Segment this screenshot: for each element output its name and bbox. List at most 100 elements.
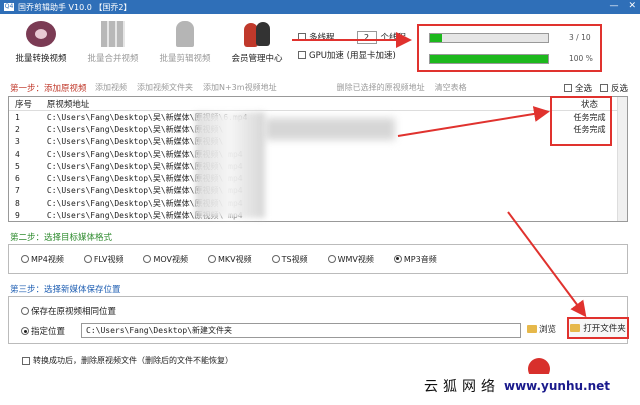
same-location-label: 保存在原视频相同位置 <box>31 307 117 317</box>
format-option[interactable]: MOV视频 <box>143 254 188 265</box>
watermark-url: www.yunhu.net <box>504 379 611 393</box>
row-number: 7 <box>15 186 20 196</box>
task-progress-text: 3 / 10 <box>569 33 591 42</box>
table-row[interactable]: 4 C:\Users\Fang\Desktop\吴\新媒体\原视频\ mp4 <box>9 148 627 160</box>
format-radio[interactable] <box>21 254 29 263</box>
browse-button[interactable]: 浏览 <box>527 323 556 335</box>
task-progress-bar <box>429 33 549 43</box>
blurred-region-2 <box>265 118 395 140</box>
delete-original-option[interactable]: 转换成功后，删除原视频文件（删除后的文件不能恢复） <box>22 355 233 366</box>
delete-selected-button[interactable]: 删除已选择的原视频地址 <box>337 82 425 93</box>
clear-table-button[interactable]: 清空表格 <box>435 82 467 93</box>
add-video-button[interactable]: 添加视频 <box>95 82 127 93</box>
row-number: 4 <box>15 149 20 159</box>
video-table[interactable]: 序号 原视频地址 状态 1 C:\Users\Fang\Desktop\吴\新媒体… <box>8 96 628 222</box>
browse-label: 浏览 <box>539 325 557 335</box>
member-center-button[interactable]: 会员管理中心 <box>222 20 292 64</box>
custom-location-option[interactable]: 指定位置 <box>21 325 65 337</box>
col-path-header: 原视频地址 <box>46 99 90 110</box>
file-progress-bar <box>429 54 549 64</box>
format-option[interactable]: MP4视频 <box>21 254 64 265</box>
multithread-label: 多线程 <box>309 33 335 43</box>
step1-label: 第一步：添加原视频 <box>10 84 87 94</box>
select-all-option[interactable]: 全选 <box>564 82 592 94</box>
add-url-button[interactable]: 添加N+3m视频地址 <box>203 82 277 93</box>
batch-edit-button[interactable]: 批量剪辑视频 <box>150 20 220 64</box>
format-label: WMV视频 <box>337 254 374 264</box>
format-radio[interactable] <box>327 254 336 263</box>
format-radio[interactable] <box>208 254 217 263</box>
custom-location-label: 指定位置 <box>31 327 66 337</box>
row-number: 9 <box>15 211 20 221</box>
batch-edit-label: 批量剪辑视频 <box>159 54 211 64</box>
app-icon: Q4 <box>4 3 14 11</box>
gpu-label: GPU加速 (用显卡加速) <box>309 51 396 61</box>
format-option[interactable]: FLV视频 <box>83 254 124 265</box>
row-number: 3 <box>15 137 20 147</box>
col-no-header: 序号 <box>15 99 33 110</box>
row-number: 2 <box>15 124 20 134</box>
table-row[interactable]: 5 C:\Users\Fang\Desktop\吴\新媒体\原视频\ mp4 <box>9 160 627 172</box>
thread-options: 多线程 2 个线程 GPU加速 (用显卡加速) <box>298 30 406 66</box>
format-option[interactable]: MP3音频 <box>393 254 437 265</box>
row-number: 8 <box>15 198 20 208</box>
watermark-text: 云狐网络 <box>424 379 500 395</box>
watermark: 云狐网络 www.yunhu.net <box>424 374 640 398</box>
format-radio[interactable] <box>143 254 152 263</box>
format-label: MKV视频 <box>218 254 252 264</box>
format-label: MOV视频 <box>153 254 189 264</box>
member-center-label: 会员管理中心 <box>231 54 283 64</box>
open-folder-label: 打开文件夹 <box>583 324 626 334</box>
add-folder-button[interactable]: 添加视频文件夹 <box>137 82 193 93</box>
table-row[interactable]: 9 C:\Users\Fang\Desktop\吴\新媒体\原视频\ mp4 <box>9 209 627 221</box>
blurred-region <box>195 112 265 218</box>
format-option[interactable]: MKV视频 <box>208 254 252 265</box>
format-label: TS视频 <box>281 254 308 264</box>
thread-unit-label: 个线程 <box>380 33 407 43</box>
save-path-input[interactable]: C:\Users\Fang\Desktop\新建文件夹 <box>81 323 521 338</box>
table-row[interactable]: 7 C:\Users\Fang\Desktop\吴\新媒体\原视频\ mp4 <box>9 185 627 197</box>
multithread-checkbox[interactable] <box>298 33 306 41</box>
format-option[interactable]: WMV视频 <box>327 254 374 265</box>
select-all-label: 全选 <box>575 84 593 94</box>
gpu-checkbox[interactable] <box>298 51 306 59</box>
row-number: 6 <box>15 174 20 184</box>
grid-icon <box>96 20 130 48</box>
delete-original-checkbox[interactable] <box>22 356 30 365</box>
minimize-button[interactable]: — <box>609 1 618 11</box>
format-option[interactable]: TS视频 <box>271 254 308 265</box>
format-radio[interactable] <box>393 254 402 263</box>
file-progress-fill <box>430 55 548 63</box>
thread-count-spinner[interactable]: 2 <box>356 30 377 44</box>
format-options: MP4视频 FLV视频 MOV视频 MKV视频 TS视频 WMV视频 MP3音频 <box>8 244 628 274</box>
invert-option[interactable]: 反选 <box>600 82 628 94</box>
table-row[interactable]: 8 C:\Users\Fang\Desktop\吴\新媒体\原视频\ mp4 <box>9 197 627 209</box>
format-radio[interactable] <box>83 254 92 263</box>
table-scrollbar[interactable] <box>617 97 627 221</box>
custom-location-radio[interactable] <box>21 327 29 335</box>
format-label: MP3音频 <box>403 254 437 264</box>
batch-convert-label: 批量转换视频 <box>15 54 67 64</box>
film-reel-icon <box>24 20 58 48</box>
close-button[interactable]: ✕ <box>628 1 636 11</box>
same-location-option[interactable]: 保存在原视频相同位置 <box>21 305 116 317</box>
table-row[interactable]: 6 C:\Users\Fang\Desktop\吴\新媒体\原视频\ mp4 <box>9 172 627 184</box>
row-number: 1 <box>15 112 20 122</box>
step1-actions: 添加视频 添加视频文件夹 添加N+3m视频地址 删除已选择的原视频地址 清空表格 <box>95 82 467 93</box>
format-label: MP4视频 <box>31 254 64 264</box>
table-header: 序号 原视频地址 状态 <box>9 97 627 111</box>
format-label: FLV视频 <box>93 254 124 264</box>
folder-icon <box>527 325 537 333</box>
batch-merge-button[interactable]: 批量合并视频 <box>78 20 148 64</box>
select-all-checkbox[interactable] <box>564 84 572 92</box>
people-icon <box>240 20 274 48</box>
same-location-radio[interactable] <box>21 307 29 315</box>
format-radio[interactable] <box>271 254 280 263</box>
delete-original-label: 转换成功后，删除原视频文件（删除后的文件不能恢复） <box>33 356 233 365</box>
batch-merge-label: 批量合并视频 <box>87 54 139 64</box>
open-folder-button[interactable]: 打开文件夹 <box>567 317 629 339</box>
invert-checkbox[interactable] <box>600 84 608 92</box>
batch-convert-button[interactable]: 批量转换视频 <box>6 20 76 64</box>
invert-label: 反选 <box>611 84 629 94</box>
title-bar: Q4 国乔剪辑助手 V10.0 【国乔2】 — ✕ <box>0 0 640 14</box>
